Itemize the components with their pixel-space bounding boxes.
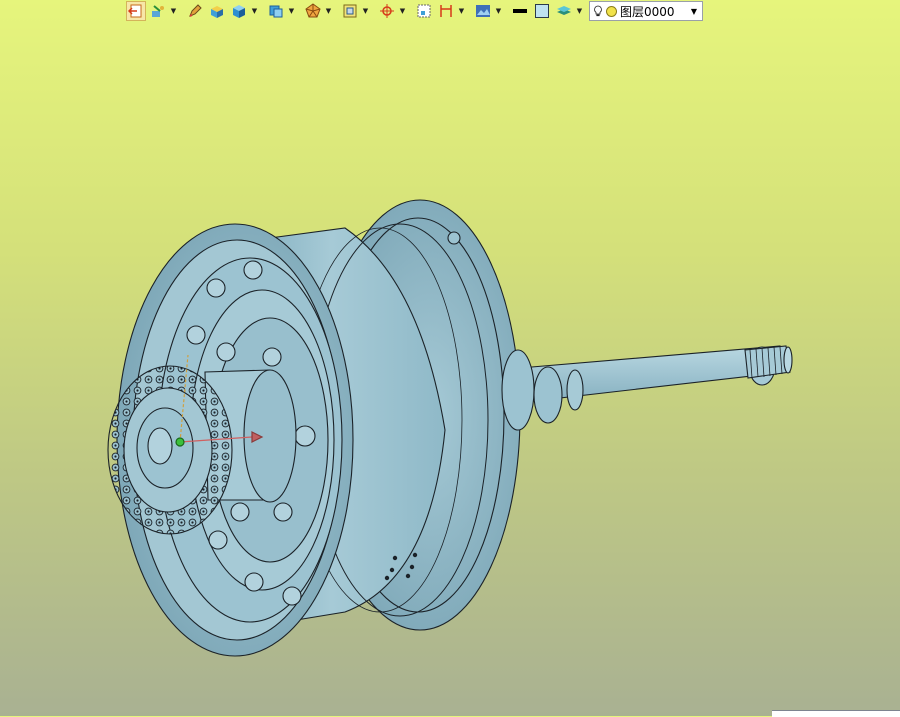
model-viewport[interactable] [0, 22, 900, 716]
chevron-down-icon[interactable]: ▼ [576, 1, 583, 21]
chevron-down-icon[interactable]: ▼ [495, 1, 502, 21]
chevron-down-icon[interactable]: ▼ [251, 1, 258, 21]
inspector-icon[interactable] [148, 1, 168, 21]
layer-stack-icon[interactable] [554, 1, 574, 21]
lightbulb-icon[interactable] [593, 5, 603, 17]
line-color-icon[interactable] [510, 1, 530, 21]
layer-color-swatch[interactable] [606, 5, 617, 17]
pencil-icon[interactable] [185, 1, 205, 21]
chevron-down-icon[interactable]: ▼ [362, 1, 369, 21]
view-toolbar: ▼ ▼ ▼ ▼ ▼ ▼ ▼ ▼ ▼ 图层0000 ▼ [126, 0, 726, 22]
sprocket[interactable] [107, 365, 233, 535]
display-mode-icon[interactable] [207, 1, 227, 21]
chevron-down-icon[interactable]: ▼ [691, 7, 697, 16]
render-region-icon[interactable] [414, 1, 434, 21]
view-cube-icon[interactable] [266, 1, 286, 21]
section-icon[interactable] [340, 1, 360, 21]
datum-point-icon[interactable] [377, 1, 397, 21]
layer-name: 图层0000 [620, 4, 675, 19]
exit-sketch-icon[interactable] [126, 1, 146, 21]
chevron-down-icon[interactable]: ▼ [325, 1, 332, 21]
chevron-down-icon[interactable]: ▼ [458, 1, 465, 21]
chevron-down-icon[interactable]: ▼ [399, 1, 406, 21]
chevron-down-icon[interactable]: ▼ [170, 1, 177, 21]
output-shaft[interactable] [519, 345, 793, 424]
fill-color-icon[interactable] [532, 1, 552, 21]
polyhedron-icon[interactable] [303, 1, 323, 21]
dimension-icon[interactable] [436, 1, 456, 21]
layer-dropdown[interactable]: 图层0000 ▼ [589, 1, 703, 21]
appearance-icon[interactable] [473, 1, 493, 21]
shaded-solid-icon[interactable] [229, 1, 249, 21]
motor-assembly-model[interactable] [107, 199, 793, 657]
chevron-down-icon[interactable]: ▼ [288, 1, 295, 21]
